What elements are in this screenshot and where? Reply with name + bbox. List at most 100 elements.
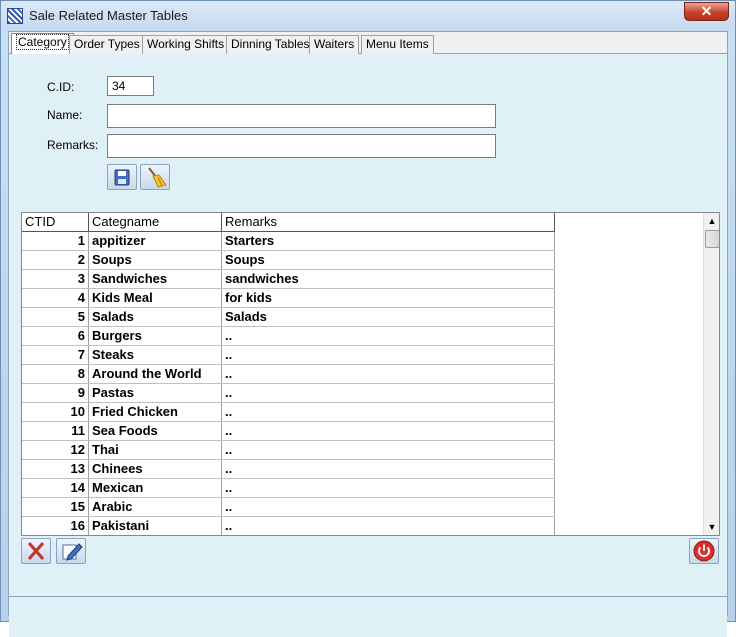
edit-button[interactable] <box>56 538 86 564</box>
cell-remarks: .. <box>222 517 555 535</box>
table-row[interactable]: 4 Kids Meal for kids <box>22 289 555 308</box>
grid-empty-area <box>555 213 703 535</box>
scroll-down-arrow[interactable]: ▼ <box>704 519 719 535</box>
app-window: Sale Related Master Tables ✕ Category Or… <box>0 0 736 637</box>
table-row[interactable]: 14 Mexican.. <box>22 479 555 498</box>
cell-categname: Fried Chicken <box>89 403 222 421</box>
cell-categname: Mexican <box>89 479 222 497</box>
save-button[interactable] <box>107 164 137 190</box>
table-row[interactable]: 3 Sandwiches sandwiches <box>22 270 555 289</box>
cell-categname: Sea Foods <box>89 422 222 440</box>
delete-x-icon <box>27 542 45 560</box>
cell-ctid: 11 <box>22 422 89 440</box>
tab-category-label: Category <box>16 34 69 50</box>
cell-remarks: .. <box>222 327 555 345</box>
cid-label: C.ID: <box>47 80 75 94</box>
power-icon <box>693 540 715 562</box>
cell-remarks: .. <box>222 498 555 516</box>
cell-remarks: .. <box>222 479 555 497</box>
cell-categname: Burgers <box>89 327 222 345</box>
table-row[interactable]: 5 Salads Salads <box>22 308 555 327</box>
cell-ctid: 14 <box>22 479 89 497</box>
cell-remarks: .. <box>222 403 555 421</box>
scroll-up-arrow[interactable]: ▲ <box>704 213 719 229</box>
table-row[interactable]: 7 Steaks.. <box>22 346 555 365</box>
clear-button[interactable] <box>140 164 170 190</box>
name-label: Name: <box>47 108 83 122</box>
vertical-scrollbar[interactable]: ▲ ▼ <box>703 213 719 535</box>
status-strip <box>9 596 727 637</box>
cell-remarks: Starters <box>222 232 555 250</box>
cell-remarks: Soups <box>222 251 555 269</box>
cid-field[interactable]: 34 <box>107 76 154 96</box>
remarks-field[interactable] <box>107 134 496 158</box>
cell-ctid: 10 <box>22 403 89 421</box>
cell-ctid: 15 <box>22 498 89 516</box>
table-row[interactable]: 1 appitizer Starters <box>22 232 555 251</box>
column-header-categname[interactable]: Categname <box>89 213 222 232</box>
tab-menu-items[interactable]: Menu Items <box>361 35 434 54</box>
table-row[interactable]: 6 Burgers.. <box>22 327 555 346</box>
cell-categname: Salads <box>89 308 222 326</box>
cell-categname: Chinees <box>89 460 222 478</box>
exit-button[interactable] <box>689 538 719 564</box>
table-row[interactable]: 10 Fried Chicken.. <box>22 403 555 422</box>
tab-control: Category Order Types Working Shifts Dinn… <box>8 31 728 637</box>
cell-remarks: for kids <box>222 289 555 307</box>
table-row[interactable]: 15 Arabic.. <box>22 498 555 517</box>
save-icon <box>114 169 130 186</box>
cell-ctid: 16 <box>22 517 89 535</box>
cell-remarks: Salads <box>222 308 555 326</box>
cell-remarks: .. <box>222 384 555 402</box>
table-row[interactable]: 12 Thai.. <box>22 441 555 460</box>
cell-categname: Around the World <box>89 365 222 383</box>
tab-category[interactable]: Category <box>11 33 74 55</box>
cell-ctid: 9 <box>22 384 89 402</box>
column-header-remarks[interactable]: Remarks <box>222 213 555 232</box>
cell-remarks: .. <box>222 346 555 364</box>
cell-categname: Soups <box>89 251 222 269</box>
cell-categname: Kids Meal <box>89 289 222 307</box>
cell-remarks: .. <box>222 441 555 459</box>
title-bar[interactable]: Sale Related Master Tables ✕ <box>1 1 735 31</box>
delete-button[interactable] <box>21 538 51 564</box>
cell-categname: Pakistani <box>89 517 222 535</box>
cell-ctid: 12 <box>22 441 89 459</box>
edit-pencil-icon <box>62 543 83 561</box>
cell-remarks: .. <box>222 422 555 440</box>
remarks-label: Remarks: <box>47 138 99 152</box>
name-field[interactable] <box>107 104 496 128</box>
cell-ctid: 4 <box>22 289 89 307</box>
category-grid[interactable]: CTID Categname Remarks 1 appitizer Starter… <box>21 212 720 536</box>
category-tab-content: C.ID: 34 Name: Remarks: CTID Categname R… <box>9 54 727 637</box>
tab-strip: Category Order Types Working Shifts Dinn… <box>9 32 727 55</box>
cell-ctid: 13 <box>22 460 89 478</box>
scroll-thumb[interactable] <box>705 230 719 248</box>
tab-working-shifts[interactable]: Working Shifts <box>142 35 230 54</box>
table-row[interactable]: 9 Pastas.. <box>22 384 555 403</box>
table-row[interactable]: 2 Soups Soups <box>22 251 555 270</box>
window-title: Sale Related Master Tables <box>29 8 188 23</box>
column-header-ctid[interactable]: CTID <box>22 213 89 232</box>
cell-categname: Pastas <box>89 384 222 402</box>
table-row[interactable]: 13 Chinees.. <box>22 460 555 479</box>
cell-categname: Arabic <box>89 498 222 516</box>
cell-categname: Sandwiches <box>89 270 222 288</box>
broom-icon <box>148 167 167 188</box>
tab-waiters[interactable]: Waiters <box>309 35 360 54</box>
table-row[interactable]: 11 Sea Foods.. <box>22 422 555 441</box>
cell-categname: Thai <box>89 441 222 459</box>
cell-categname: Steaks <box>89 346 222 364</box>
cell-ctid: 7 <box>22 346 89 364</box>
table-row[interactable]: 16 Pakistani.. <box>22 517 555 535</box>
cell-remarks: .. <box>222 365 555 383</box>
tab-order-types[interactable]: Order Types <box>69 35 145 54</box>
table-row[interactable]: 8 Around the World.. <box>22 365 555 384</box>
close-button[interactable]: ✕ <box>684 2 729 21</box>
cell-ctid: 5 <box>22 308 89 326</box>
cell-ctid: 8 <box>22 365 89 383</box>
grid-header: CTID Categname Remarks <box>22 213 555 232</box>
cell-ctid: 1 <box>22 232 89 250</box>
cell-remarks: sandwiches <box>222 270 555 288</box>
tab-dinning-tables[interactable]: Dinning Tables <box>226 35 315 54</box>
